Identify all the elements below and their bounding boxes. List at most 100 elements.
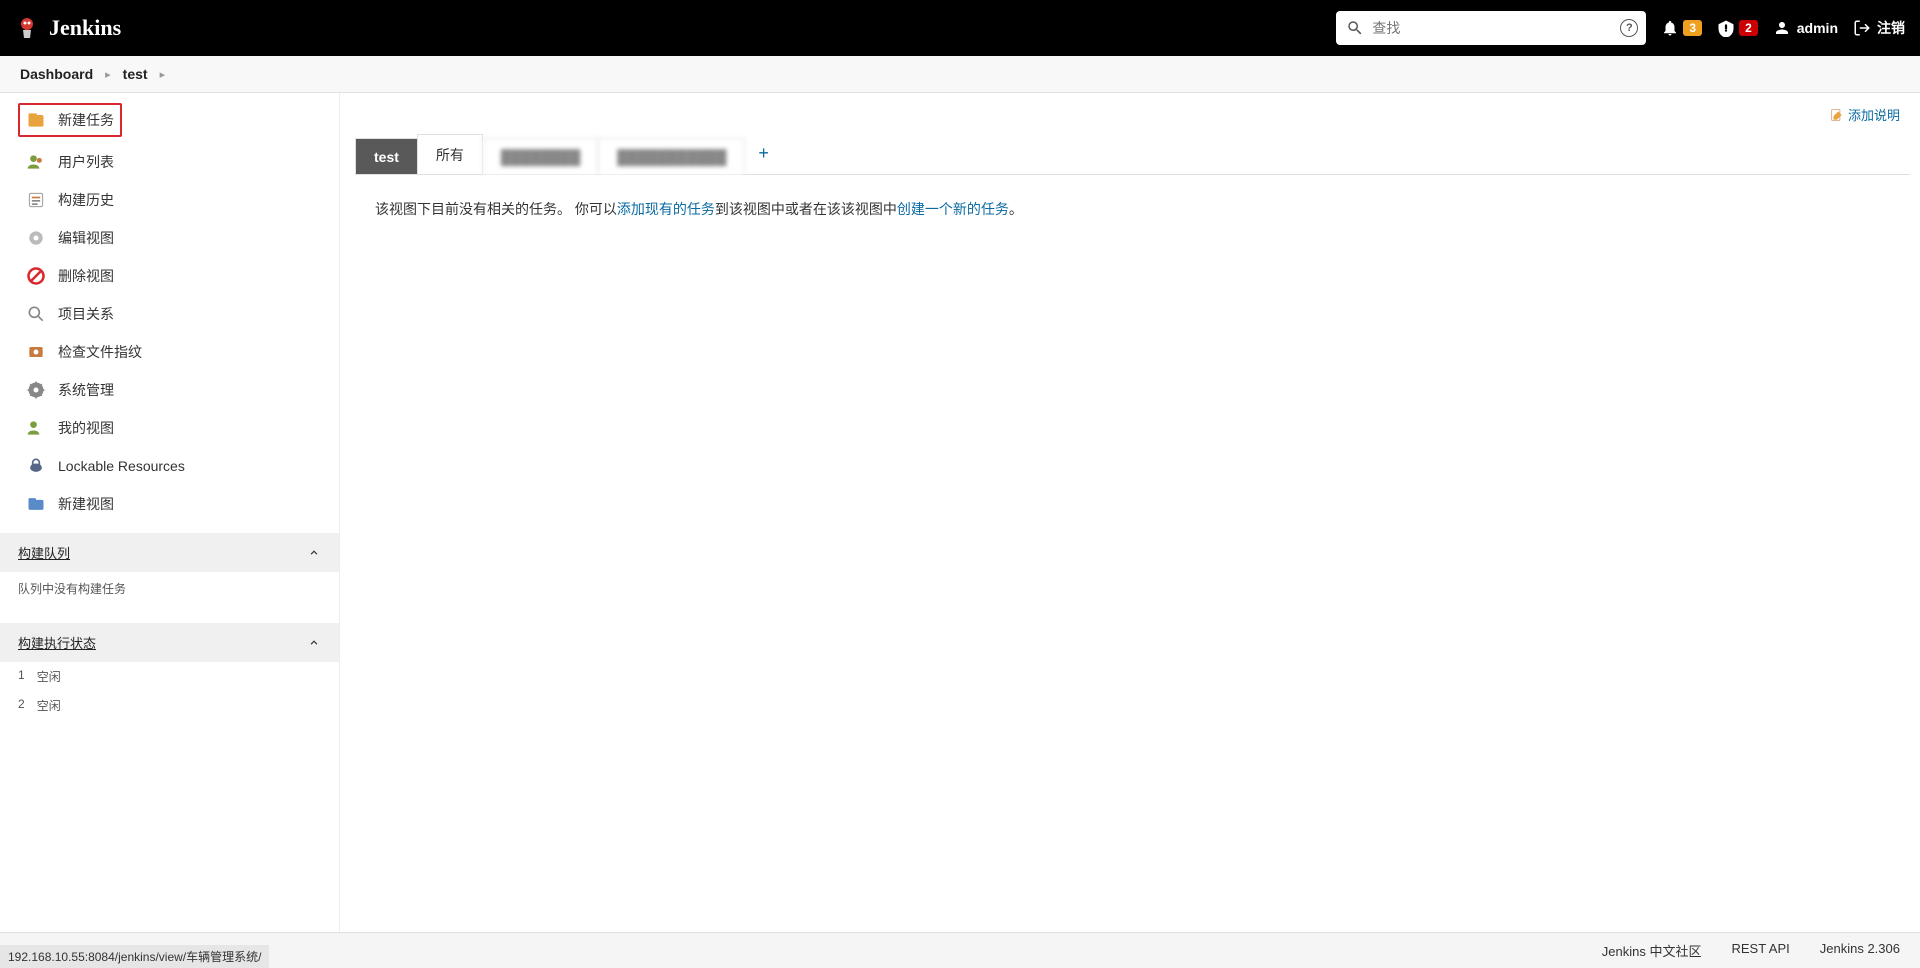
breadcrumb-test[interactable]: test (123, 66, 148, 82)
header-left: Jenkins (15, 15, 121, 41)
sidebar-item-label: 用户列表 (58, 152, 114, 172)
jenkins-icon (15, 16, 39, 40)
sidebar-item-lockable[interactable]: Lockable Resources (18, 447, 327, 485)
new-job-icon (26, 110, 46, 130)
sidebar-item-label: 新建视图 (58, 494, 114, 514)
empty-mid: 到该视图中或者在该该视图中 (715, 201, 897, 217)
build-queue-title: 构建队列 (18, 543, 70, 562)
my-views-icon (26, 418, 46, 438)
help-icon-wrap[interactable]: ? (1620, 19, 1638, 37)
build-queue-header[interactable]: 构建队列 (0, 533, 339, 572)
add-existing-job-link[interactable]: 添加现有的任务 (617, 201, 715, 217)
user-link[interactable]: admin (1773, 19, 1838, 37)
lock-icon (26, 456, 46, 476)
top-header: Jenkins ? 3 2 admin 注销 (0, 0, 1920, 56)
sidebar-row: 新建任务 (18, 103, 327, 137)
sidebar-item-label: 删除视图 (58, 266, 114, 286)
empty-prefix: 该视图下目前没有相关的任务。 你可以 (375, 201, 617, 217)
sidebar-item-label: 新建任务 (58, 110, 114, 130)
search-box[interactable]: ? (1336, 11, 1646, 45)
create-new-job-link[interactable]: 创建一个新的任务 (897, 201, 1009, 217)
folder-icon (26, 494, 46, 514)
sidebar-item-label: 编辑视图 (58, 228, 114, 248)
sidebar-item-project-relations[interactable]: 项目关系 (18, 295, 327, 333)
sidebar-item-my-views[interactable]: 我的视图 (18, 409, 327, 447)
executor-row: 2 空闲 (0, 691, 339, 720)
chevron-up-icon (307, 546, 321, 560)
magnifier-icon (26, 304, 46, 324)
edit-note-icon (1830, 108, 1844, 122)
add-description-row: 添加说明 (355, 105, 1910, 133)
executor-num: 1 (18, 668, 25, 685)
help-icon: ? (1620, 19, 1638, 37)
tab-add[interactable]: + (744, 133, 783, 174)
username-text: admin (1797, 20, 1838, 36)
sidebar-item-new-view[interactable]: 新建视图 (18, 485, 327, 523)
sidebar-item-manage[interactable]: 系统管理 (18, 371, 327, 409)
sidebar-item-edit-view[interactable]: 编辑视图 (18, 219, 327, 257)
build-queue-body: 队列中没有构建任务 (0, 572, 339, 605)
sidebar-item-label: 构建历史 (58, 190, 114, 210)
sidebar-item-people[interactable]: 用户列表 (18, 143, 327, 181)
status-bar-url: 192.168.10.55:8084/jenkins/view/车辆管理系统/ (0, 945, 269, 968)
fingerprint-icon (26, 342, 46, 362)
empty-message: 该视图下目前没有相关的任务。 你可以添加现有的任务到该视图中或者在该该视图中创建… (355, 175, 1910, 243)
logout-link[interactable]: 注销 (1853, 18, 1905, 38)
breadcrumb-dashboard[interactable]: Dashboard (20, 66, 93, 82)
header-right: ? 3 2 admin 注销 (1336, 11, 1905, 45)
tab-test[interactable]: test (355, 138, 418, 174)
executor-title: 构建执行状态 (18, 633, 96, 652)
search-input[interactable] (1364, 16, 1636, 40)
executor-state: 空闲 (37, 668, 61, 685)
footer: Jenkins 中文社区 REST API Jenkins 2.306 (0, 932, 1920, 968)
sidebar-item-label: 检查文件指纹 (58, 342, 142, 362)
executor-num: 2 (18, 697, 25, 714)
chevron-up-icon (307, 636, 321, 650)
tabs: test 所有 ████████ ███████████ + (355, 133, 1910, 175)
footer-version: Jenkins 2.306 (1820, 941, 1900, 960)
tab-hidden-1[interactable]: ████████ (482, 138, 599, 174)
build-queue-empty-text: 队列中没有构建任务 (18, 582, 126, 596)
sidebar-item-label: Lockable Resources (58, 458, 185, 474)
search-icon (1346, 19, 1364, 37)
notifications-button[interactable]: 3 (1661, 19, 1702, 37)
history-icon (26, 190, 46, 210)
logout-text: 注销 (1877, 18, 1905, 38)
empty-suffix: 。 (1009, 201, 1023, 217)
breadcrumb-sep: ▸ (160, 68, 166, 81)
sidebar-item-new-job[interactable]: 新建任务 (18, 103, 122, 137)
jenkins-logo[interactable]: Jenkins (15, 15, 121, 41)
sidebar-item-delete-view[interactable]: 删除视图 (18, 257, 327, 295)
logout-icon (1853, 19, 1871, 37)
alerts-button[interactable]: 2 (1717, 19, 1758, 37)
prohibit-icon (26, 266, 46, 286)
breadcrumb-bar: Dashboard ▸ test ▸ (0, 56, 1920, 93)
body-wrap: 新建任务 用户列表 构建历史 编辑视图 删除视图 项目关系 (0, 93, 1920, 932)
footer-rest-api-link[interactable]: REST API (1731, 941, 1789, 960)
sidebar-item-label: 我的视图 (58, 418, 114, 438)
sidebar-item-label: 系统管理 (58, 380, 114, 400)
executor-state: 空闲 (37, 697, 61, 714)
executor-row: 1 空闲 (0, 662, 339, 691)
sidebar-item-fingerprint[interactable]: 检查文件指纹 (18, 333, 327, 371)
manage-icon (26, 380, 46, 400)
notif-badge: 3 (1683, 20, 1702, 36)
main-panel: 添加说明 test 所有 ████████ ███████████ + 该视图下… (340, 93, 1920, 932)
add-description-text: 添加说明 (1848, 105, 1900, 124)
sidebar-item-build-history[interactable]: 构建历史 (18, 181, 327, 219)
tab-hidden-2[interactable]: ███████████ (598, 138, 745, 174)
gear-icon (26, 228, 46, 248)
executor-header[interactable]: 构建执行状态 (0, 623, 339, 662)
brand-text: Jenkins (49, 15, 121, 41)
alert-icon (1717, 19, 1735, 37)
alert-badge: 2 (1739, 20, 1758, 36)
people-icon (26, 152, 46, 172)
breadcrumb-sep: ▸ (105, 68, 111, 81)
footer-community-link[interactable]: Jenkins 中文社区 (1602, 941, 1702, 960)
tab-all[interactable]: 所有 (417, 134, 483, 174)
side-nav: 新建任务 用户列表 构建历史 编辑视图 删除视图 项目关系 (0, 93, 339, 533)
add-description-link[interactable]: 添加说明 (1830, 105, 1900, 124)
bell-icon (1661, 19, 1679, 37)
sidebar-item-label: 项目关系 (58, 304, 114, 324)
sidebar: 新建任务 用户列表 构建历史 编辑视图 删除视图 项目关系 (0, 93, 340, 932)
